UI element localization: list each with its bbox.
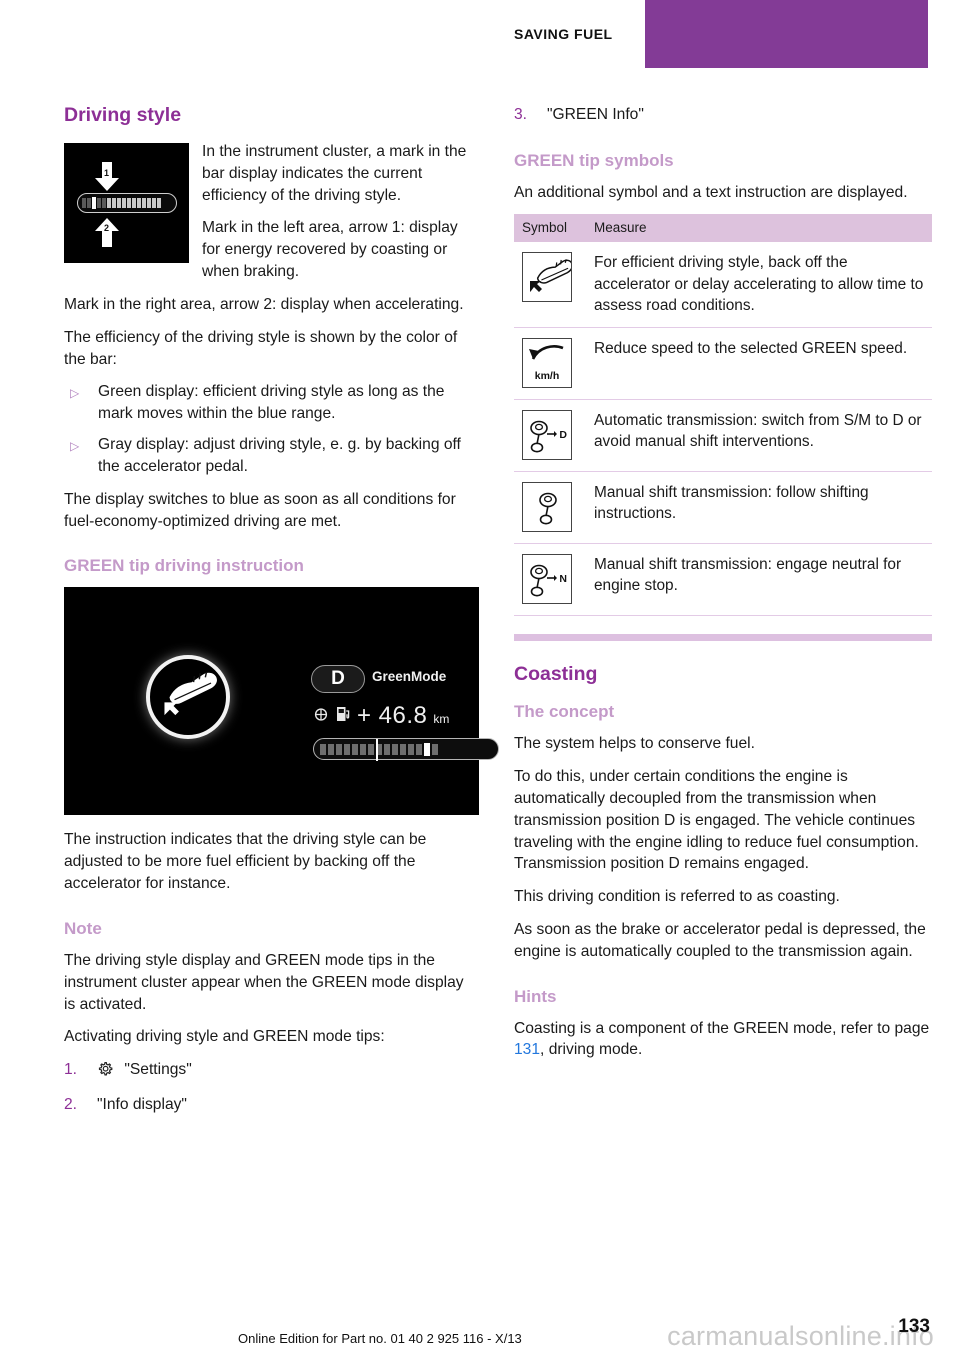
- manual-page: SAVING FUEL DRIVING TIPS Driving style 1: [0, 0, 960, 1362]
- heading-note: Note: [64, 918, 102, 938]
- step-label: "Settings": [124, 1061, 192, 1079]
- target-gear-label: D: [559, 429, 567, 442]
- paragraph-blue-switch: The display switches to blue as soon as …: [64, 490, 456, 530]
- green-tip-display-figure: D GreenMode + 46.8 km: [64, 587, 499, 816]
- edition-text: Online Edition for Part no. 01 40 2 925 …: [238, 1331, 522, 1346]
- paragraph-concept-4: As soon as the brake or accelerator peda…: [514, 920, 926, 960]
- paragraph-note-2: Activating driving style and GREEN mode …: [64, 1028, 385, 1046]
- paragraph-hints: Coasting is a component of the GREEN mod…: [514, 1018, 932, 1062]
- paragraph-symbols-intro: An additional symbol and a text instruct…: [514, 183, 908, 201]
- measure-cell: Reduce speed to the selected GREEN speed…: [586, 327, 932, 401]
- list-item: ▷ Green display: efficient driving style…: [64, 381, 479, 425]
- hints-prefix: Coasting is a component of the GREEN mod…: [514, 1019, 930, 1037]
- step-number: 3.: [514, 106, 528, 123]
- reduce-speed-kmh-icon: km/h: [522, 338, 572, 389]
- list-item-step-3: 3. "GREEN Info": [514, 104, 932, 127]
- paragraph-concept-3: This driving condition is referred to as…: [514, 888, 840, 906]
- green-efficiency-bar: [313, 738, 499, 762]
- measure-cell: For efficient driving style, back off th…: [586, 242, 932, 329]
- page-number: 133: [898, 1316, 930, 1337]
- gear-position-indicator: D: [311, 665, 365, 694]
- numbered-steps-continued: 3. "GREEN Info": [514, 104, 932, 127]
- kmh-label: km/h: [534, 369, 560, 382]
- shift-to-d-icon: D: [522, 410, 572, 461]
- table-row: Manual shift transmission: follow shifti…: [514, 471, 932, 545]
- table-row: For efficient driving style, back off th…: [514, 242, 932, 329]
- symbol-cell: D: [514, 399, 586, 473]
- column-header-measure: Measure: [586, 214, 932, 243]
- shoe-icon: [164, 672, 217, 716]
- right-column: 3. "GREEN Info" GREEN tip symbols An add…: [514, 104, 932, 1072]
- bullet-text: Green display: efficient driving style a…: [98, 383, 445, 423]
- header-section-label: SAVING FUEL: [514, 26, 613, 42]
- list-item-step-1: 1. "Settings": [64, 1059, 479, 1085]
- range-target-icon: [314, 708, 328, 722]
- left-column: Driving style 1 2 In the instrument clus…: [64, 104, 499, 1125]
- page-title-driving-style: Driving style: [64, 104, 182, 126]
- paragraph-concept-1: The system helps to conserve fuel.: [514, 735, 755, 753]
- efficiency-bar: [77, 193, 177, 213]
- gear-icon: [97, 1061, 113, 1085]
- triangle-bullet-icon: ▷: [70, 439, 80, 454]
- page-footer: Online Edition for Part no. 01 40 2 925 …: [0, 1302, 960, 1362]
- heading-coasting: Coasting: [514, 663, 598, 686]
- column-header-symbol: Symbol: [514, 214, 586, 243]
- heading-the-concept: The concept: [514, 702, 615, 722]
- measure-cell: Automatic transmission: switch from S/M …: [586, 399, 932, 473]
- gear-lever-icon: [522, 482, 572, 533]
- list-item: ▷ Gray display: adjust driving style, e.…: [64, 434, 479, 478]
- paragraph-note-1: The driving style display and GREEN mode…: [64, 951, 464, 1013]
- fuel-pump-icon: [337, 707, 350, 722]
- table-row: D Automatic transmission: switch from S/…: [514, 399, 932, 473]
- list-item-step-2: 2. "Info display": [64, 1094, 479, 1117]
- heading-hints: Hints: [514, 986, 557, 1006]
- table-row: km/h Reduce speed to the selected GREEN …: [514, 327, 932, 401]
- range-unit: km: [433, 712, 450, 727]
- paragraph-instruction-meaning: The instruction indicates that the drivi…: [64, 831, 427, 893]
- table-header-row: Symbol Measure: [514, 214, 932, 243]
- site-watermark: carmanualsonline.info: [667, 1321, 934, 1351]
- paragraph-concept-2: To do this, under certain conditions the…: [514, 768, 919, 873]
- symbol-cell: [514, 242, 586, 329]
- range-readout: + 46.8 km: [313, 702, 449, 730]
- bullet-list-bar-colors: ▷ Green display: efficient driving style…: [64, 381, 479, 477]
- section-divider: [514, 634, 932, 642]
- page-reference-link[interactable]: 131: [514, 1041, 540, 1058]
- green-tip-symbols-table: Symbol Measure For efficient driving sty…: [514, 214, 932, 617]
- step-label: "Info display": [97, 1095, 187, 1113]
- paragraph-bar-color: The efficiency of the driving style is s…: [64, 328, 458, 368]
- symbol-cell: N: [514, 543, 586, 617]
- page-header: SAVING FUEL DRIVING TIPS: [0, 0, 960, 80]
- header-tab-block: DRIVING TIPS: [645, 0, 928, 68]
- shoe-accelerator-circle-icon: [146, 655, 230, 740]
- arrow-1-label: 1: [104, 168, 110, 178]
- step-number: 2.: [64, 1095, 78, 1113]
- arrow-2-label: 2: [104, 223, 110, 233]
- table-row: N Manual shift transmission: engage neut…: [514, 543, 932, 617]
- symbol-cell: [514, 471, 586, 545]
- shoe-accelerator-icon: [522, 252, 573, 303]
- bullet-text: Gray display: adjust driving style, e. g…: [98, 436, 461, 475]
- hints-suffix: , driving mode.: [540, 1041, 643, 1059]
- instrument-cluster-figure: 1 2: [64, 143, 189, 263]
- heading-green-tip-symbols: GREEN tip symbols: [514, 150, 674, 170]
- symbol-cell: km/h: [514, 327, 586, 401]
- shift-to-n-icon: N: [522, 554, 572, 605]
- range-value: + 46.8: [357, 702, 428, 730]
- triangle-bullet-icon: ▷: [70, 386, 80, 401]
- step-number: 1.: [64, 1061, 78, 1079]
- measure-cell: Manual shift transmission: engage neutra…: [586, 543, 932, 617]
- step-label: "GREEN Info": [547, 106, 644, 123]
- target-gear-label: N: [559, 573, 567, 586]
- paragraph-arrow-2: Mark in the right area, arrow 2: display…: [64, 295, 464, 313]
- greenmode-label: GreenMode: [372, 669, 447, 685]
- heading-green-tip-driving-instruction: GREEN tip driving instruction: [64, 556, 304, 576]
- measure-cell: Manual shift transmission: follow shifti…: [586, 471, 932, 545]
- numbered-steps-list: 1. "Settings" 2. "Info display": [64, 1059, 479, 1116]
- bar-center-mark: [376, 739, 378, 762]
